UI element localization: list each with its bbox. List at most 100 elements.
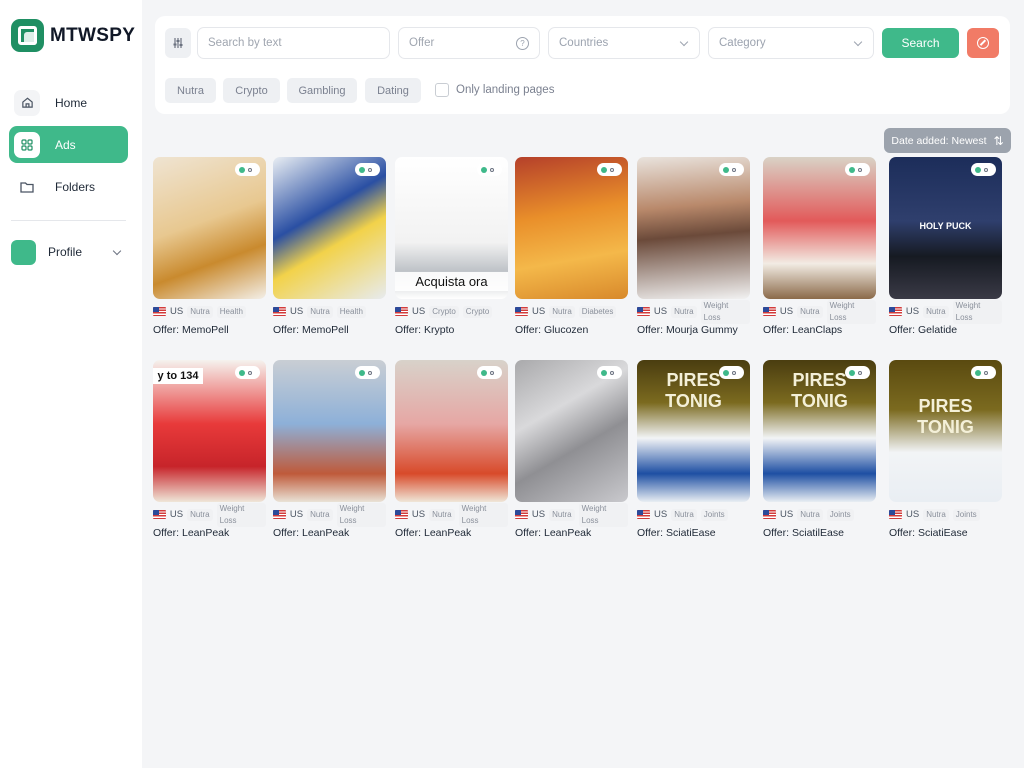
active-status-toggle[interactable] (477, 163, 502, 176)
ad-card[interactable]: US Nutra Health Offer: MemoPell (153, 157, 266, 336)
ad-thumbnail[interactable]: HOLY PUCK (889, 157, 1002, 299)
search-button[interactable]: Search (882, 28, 959, 58)
offer-label: Offer: Krypto (395, 324, 455, 336)
geo-label: US (532, 306, 546, 317)
ad-card[interactable]: US Nutra Diabetes Offer: Glucozen (515, 157, 628, 336)
status-ring-icon (248, 167, 252, 172)
active-status-toggle[interactable] (597, 163, 622, 176)
category-tag: Nutra (429, 508, 455, 521)
active-dot-icon (723, 369, 729, 376)
thumbnail-caption: PIRES TONIG (917, 396, 974, 437)
ad-card[interactable]: PIRES TONIG US Nutra Joints Offer: SciatiEas… (889, 360, 1002, 539)
only-landing-checkbox[interactable] (435, 83, 449, 97)
offer-label: Offer: Glucozen (515, 324, 589, 336)
profile-menu[interactable]: Profile (11, 239, 126, 265)
ad-card[interactable]: US Nutra Weight Loss Offer: LeanPeak (395, 360, 508, 539)
ad-thumbnail[interactable] (153, 157, 266, 299)
ad-thumbnail[interactable]: PIRES TONIG (763, 360, 876, 502)
chip-dating[interactable]: Dating (365, 78, 421, 103)
ad-thumbnail[interactable] (763, 157, 876, 299)
us-flag-icon (153, 307, 166, 316)
sidebar-item-ads[interactable]: Ads (9, 126, 128, 163)
only-landing-pages-toggle[interactable]: Only landing pages (435, 83, 554, 97)
ad-meta: US Nutra Diabetes (515, 305, 628, 318)
status-ring-icon (984, 370, 988, 375)
category-tag: Health (216, 305, 246, 318)
offer-label: Offer: MemoPell (153, 324, 229, 336)
chip-gambling[interactable]: Gambling (287, 78, 357, 103)
folder-icon (14, 174, 40, 200)
sort-button[interactable]: Date added: Newest ⇅ (884, 128, 1011, 153)
active-status-toggle[interactable] (477, 366, 502, 379)
ad-card[interactable]: PIRES TONIG US Nutra Joints Offer: SciatiEas… (637, 360, 750, 539)
active-dot-icon (239, 369, 245, 376)
ad-meta: US Nutra Weight Loss (273, 502, 386, 527)
ad-card[interactable]: HOLY PUCK US Nutra Weight Loss Offer: Gelati… (889, 157, 1002, 336)
chip-crypto[interactable]: Crypto (223, 78, 280, 103)
category-tag: Weight Loss (700, 299, 750, 324)
help-icon[interactable]: ? (516, 36, 529, 50)
category-tag: Nutra (797, 305, 823, 318)
ad-card[interactable]: US Nutra Weight Loss Offer: LeanPeak (515, 360, 628, 539)
ad-thumbnail[interactable] (273, 360, 386, 502)
ad-card[interactable]: y to 134 US Nutra Weight Loss Offer: LeanPea… (153, 360, 266, 539)
active-status-toggle[interactable] (355, 366, 380, 379)
category-tag: Nutra (549, 508, 575, 521)
active-status-toggle[interactable] (719, 163, 744, 176)
ad-thumbnail[interactable] (637, 157, 750, 299)
profile-label: Profile (48, 245, 83, 259)
geo-label: US (169, 509, 184, 520)
active-status-toggle[interactable] (597, 366, 622, 379)
active-status-toggle[interactable] (971, 366, 996, 379)
ad-card[interactable]: US Nutra Weight Loss Offer: LeanClaps (763, 157, 876, 336)
chip-nutra[interactable]: Nutra (165, 78, 216, 103)
ad-thumbnail[interactable] (515, 157, 628, 299)
offer-label: Offer: LeanClaps (763, 324, 843, 336)
active-status-toggle[interactable] (845, 366, 870, 379)
search-input[interactable] (208, 37, 389, 49)
logo[interactable]: MTWSPY (11, 19, 135, 52)
ad-card[interactable]: PIRES TONIG US Nutra Joints Offer: SciatilEa… (763, 360, 876, 539)
active-status-toggle[interactable] (235, 366, 260, 379)
ad-card[interactable]: Acquista ora US Crypto Crypto Offer: Krypto (395, 157, 508, 336)
sidebar-item-label: Folders (55, 179, 96, 194)
status-ring-icon (610, 370, 614, 375)
status-ring-icon (490, 167, 494, 172)
sidebar: MTWSPY Home Ads Folders Profile (0, 0, 142, 768)
category-tag: Nutra (923, 508, 949, 521)
ad-thumbnail[interactable]: Acquista ora (395, 157, 508, 299)
ad-card[interactable]: US Nutra Weight Loss Offer: Mourja Gummy (637, 157, 750, 336)
geo-label: US (411, 509, 426, 520)
ad-thumbnail[interactable]: PIRES TONIG (889, 360, 1002, 502)
filter-settings-button[interactable] (165, 28, 191, 58)
ad-thumbnail[interactable] (273, 157, 386, 299)
geo-label: US (654, 509, 668, 520)
ad-meta: US Nutra Joints (889, 508, 1002, 521)
geo-label: US (170, 306, 184, 317)
active-status-toggle[interactable] (845, 163, 870, 176)
active-status-toggle[interactable] (355, 163, 380, 176)
sidebar-item-folders[interactable]: Folders (9, 168, 128, 205)
home-icon (14, 89, 40, 116)
active-status-toggle[interactable] (719, 366, 744, 379)
offer-input[interactable] (409, 37, 509, 49)
ad-meta: US Nutra Weight Loss (395, 502, 508, 527)
category-select[interactable]: Category (708, 27, 874, 59)
countries-select[interactable]: Countries (548, 27, 700, 59)
active-status-toggle[interactable] (971, 163, 996, 176)
us-flag-icon (273, 307, 286, 316)
ad-thumbnail[interactable]: y to 134 (153, 360, 266, 502)
reset-filters-button[interactable] (967, 28, 999, 58)
status-ring-icon (490, 370, 494, 375)
ad-thumbnail[interactable] (395, 360, 508, 502)
ad-thumbnail[interactable]: PIRES TONIG (637, 360, 750, 502)
status-ring-icon (248, 370, 252, 375)
active-dot-icon (975, 166, 981, 173)
ad-card[interactable]: US Nutra Health Offer: MemoPell (273, 157, 386, 336)
ad-card[interactable]: US Nutra Weight Loss Offer: LeanPeak (273, 360, 386, 539)
active-status-toggle[interactable] (235, 163, 260, 176)
category-tag: Diabetes (578, 305, 617, 318)
sidebar-item-home[interactable]: Home (9, 84, 128, 121)
ad-meta: US Nutra Health (153, 305, 266, 318)
ad-thumbnail[interactable] (515, 360, 628, 502)
